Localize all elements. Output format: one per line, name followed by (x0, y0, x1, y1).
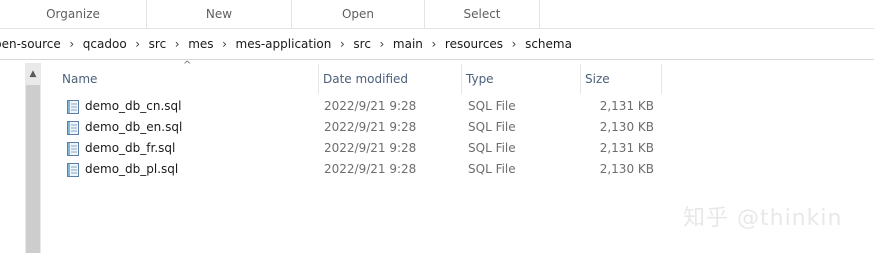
file-size: 2,131 KB (599, 99, 654, 113)
column-header-name[interactable]: Name (58, 64, 319, 94)
chevron-right-icon[interactable]: › (169, 29, 185, 59)
file-size: 2,130 KB (599, 162, 654, 176)
file-row[interactable]: demo_db_cn.sql 2022/9/21 9:28 SQL File 2… (60, 96, 670, 117)
ribbon-bar: Organize New Open Select (0, 0, 874, 29)
column-header-date-modified[interactable]: Date modified (319, 64, 462, 94)
sql-file-icon (67, 100, 79, 114)
breadcrumb-item[interactable]: schema (522, 29, 575, 59)
file-row[interactable]: demo_db_fr.sql 2022/9/21 9:28 SQL File 2… (60, 138, 670, 159)
file-date: 2022/9/21 9:28 (324, 120, 417, 134)
ribbon-group-new[interactable]: New (147, 0, 292, 28)
chevron-right-icon[interactable]: › (506, 29, 522, 59)
breadcrumb-item[interactable]: mes-application (233, 29, 335, 59)
ribbon-group-organize[interactable]: Organize (0, 0, 147, 28)
chevron-right-icon[interactable]: › (374, 29, 390, 59)
file-row[interactable]: demo_db_pl.sql 2022/9/21 9:28 SQL File 2… (60, 159, 670, 180)
breadcrumb-item[interactable]: resources (442, 29, 506, 59)
file-type: SQL File (468, 99, 516, 113)
chevron-right-icon[interactable]: › (130, 29, 146, 59)
file-name[interactable]: demo_db_pl.sql (85, 159, 178, 180)
breadcrumb-item[interactable]: main (390, 29, 426, 59)
column-header-size[interactable]: Size (581, 64, 662, 94)
scrollbar-thumb[interactable] (26, 85, 40, 253)
file-name[interactable]: demo_db_fr.sql (85, 138, 175, 159)
chevron-right-icon[interactable]: › (334, 29, 350, 59)
sql-file-icon (67, 163, 79, 177)
breadcrumb-item[interactable]: src (146, 29, 170, 59)
address-bar[interactable]: pen-source › qcadoo › src › mes › mes-applicatio… (0, 29, 874, 60)
sql-file-icon (67, 121, 79, 135)
breadcrumb: pen-source › qcadoo › src › mes › mes-applicatio… (0, 29, 575, 59)
file-date: 2022/9/21 9:28 (324, 141, 417, 155)
breadcrumb-item[interactable]: mes (185, 29, 216, 59)
file-date: 2022/9/21 9:28 (324, 99, 417, 113)
file-name[interactable]: demo_db_cn.sql (85, 96, 182, 117)
scroll-up-icon[interactable]: ▲ (25, 67, 41, 81)
chevron-right-icon[interactable]: › (64, 29, 80, 59)
ribbon-group-open[interactable]: Open (292, 0, 425, 28)
breadcrumb-item[interactable]: pen-source (0, 29, 64, 59)
file-type: SQL File (468, 162, 516, 176)
file-name[interactable]: demo_db_en.sql (85, 117, 182, 138)
file-size: 2,131 KB (599, 141, 654, 155)
breadcrumb-item[interactable]: src (350, 29, 374, 59)
column-header-type[interactable]: Type (462, 64, 581, 94)
vertical-scrollbar[interactable]: ▲ (25, 63, 41, 253)
file-date: 2022/9/21 9:28 (324, 162, 417, 176)
chevron-right-icon[interactable]: › (217, 29, 233, 59)
breadcrumb-item[interactable]: qcadoo (80, 29, 130, 59)
chevron-right-icon[interactable]: › (426, 29, 442, 59)
file-type: SQL File (468, 120, 516, 134)
file-size: 2,130 KB (599, 120, 654, 134)
ribbon-group-select[interactable]: Select (425, 0, 540, 28)
sql-file-icon (67, 142, 79, 156)
file-row[interactable]: demo_db_en.sql 2022/9/21 9:28 SQL File 2… (60, 117, 670, 138)
file-type: SQL File (468, 141, 516, 155)
watermark: 知乎 @thinkin (683, 206, 843, 231)
